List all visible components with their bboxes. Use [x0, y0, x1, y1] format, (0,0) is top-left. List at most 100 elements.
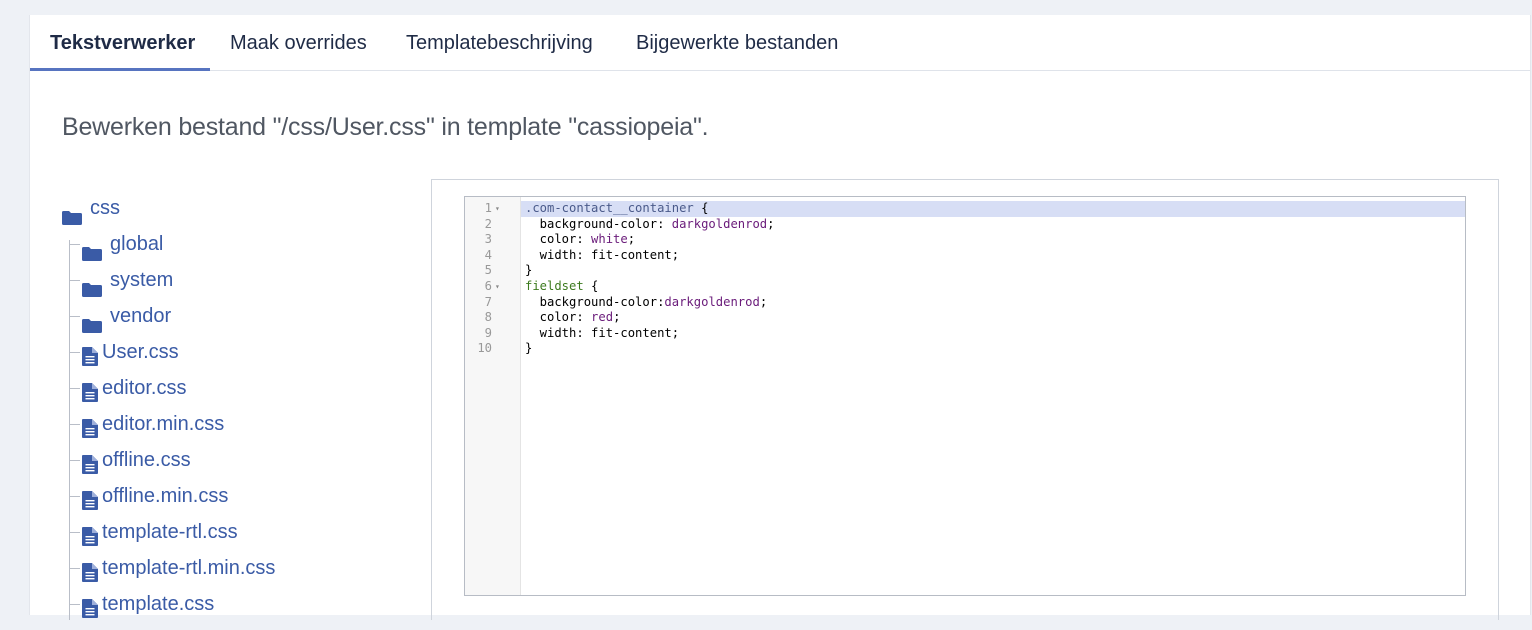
tab-templatebeschrijving[interactable]: Templatebeschrijving — [406, 15, 593, 70]
file-icon — [82, 414, 98, 438]
code-token: color: — [525, 232, 592, 247]
tree-item-label: global — [110, 233, 164, 255]
line-number: 9 — [484, 325, 492, 340]
code-line[interactable]: 6 ▾ fieldset { — [465, 279, 1465, 295]
code-token: ; — [627, 232, 636, 247]
tree-item-label: template.css — [102, 593, 215, 615]
code-token: width: fit-content; — [525, 325, 680, 340]
tab-maak-overrides[interactable]: Maak overrides — [230, 15, 367, 70]
tree-item-label: editor.css — [102, 377, 187, 399]
code-text: } — [521, 341, 1465, 357]
tab-label: Bijgewerkte bestanden — [636, 32, 839, 54]
line-number: 8 — [484, 310, 492, 325]
line-number: 1 — [484, 201, 492, 215]
line-number: 4 — [484, 247, 492, 262]
tree-item-label: css — [90, 197, 120, 219]
file-icon — [82, 558, 98, 582]
tab-label: Templatebeschrijving — [406, 32, 593, 54]
code-text: width: fit-content; — [521, 325, 1465, 342]
tree-branch-line — [70, 568, 80, 569]
code-token: fieldset — [525, 279, 584, 293]
code-token: background-color: — [525, 294, 665, 309]
template-editor-card: Tekstverwerker Maak overrides Templatebe… — [29, 15, 1531, 620]
code-editor[interactable]: 1 ▾ .com-contact__container {2 background-… — [464, 196, 1466, 596]
folder-icon — [62, 201, 82, 225]
page-title: Bewerken bestand "/css/User.css" in temp… — [62, 113, 709, 141]
code-line[interactable]: 8 color: red; — [465, 310, 1465, 326]
code-line[interactable]: 2 background-color: darkgoldenrod; — [465, 217, 1465, 233]
tree-branch-line — [70, 604, 80, 605]
line-number: 5 — [484, 263, 492, 278]
code-line[interactable]: 9 width: fit-content; — [465, 326, 1465, 342]
code-text: background-color: darkgoldenrod; — [521, 216, 1465, 233]
editor-panel: 1 ▾ .com-contact__container {2 background-… — [431, 179, 1499, 620]
file-icon — [82, 450, 98, 474]
fold-toggle-icon[interactable]: ▾ — [495, 201, 500, 217]
tree-item-label: offline.min.css — [102, 485, 229, 507]
tree-item-label: offline.css — [102, 449, 191, 471]
file-icon — [82, 486, 98, 510]
line-number: 7 — [484, 294, 492, 309]
code-token: red — [591, 310, 614, 325]
tree-branch-line — [70, 424, 80, 425]
folder-icon — [82, 309, 102, 333]
code-token: ; — [759, 294, 768, 309]
code-token: { — [693, 201, 709, 215]
tree-branch-line — [70, 316, 80, 317]
fold-toggle-icon[interactable]: ▾ — [495, 279, 500, 295]
code-token: ; — [767, 216, 775, 231]
tab-label: Maak overrides — [230, 32, 367, 54]
code-token: white — [591, 232, 628, 247]
code-line[interactable]: 3 color: white; — [465, 232, 1465, 248]
tree-branch-line — [70, 496, 80, 497]
code-token: { — [583, 279, 599, 293]
code-line[interactable]: 1 ▾ .com-contact__container { — [465, 201, 1465, 217]
line-number: 10 — [477, 341, 492, 356]
tree-branch-line — [70, 352, 80, 353]
code-text: color: red; — [521, 310, 1465, 326]
code-line[interactable]: 4 width: fit-content; — [465, 248, 1465, 264]
tree-item-label: system — [110, 269, 174, 291]
code-token: darkgoldenrod — [671, 216, 768, 231]
line-number: 3 — [484, 232, 492, 247]
file-icon — [82, 594, 98, 618]
code-line[interactable]: 5} — [465, 263, 1465, 279]
code-token: color: — [525, 310, 592, 325]
code-text: width: fit-content; — [521, 247, 1465, 264]
line-number: 2 — [484, 216, 492, 231]
tree-item-label: User.css — [102, 341, 179, 363]
code-token: } — [525, 341, 533, 356]
code-token: .com-contact__container — [525, 201, 694, 215]
folder-icon — [82, 237, 102, 261]
code-text: .com-contact__container { — [521, 201, 1465, 217]
line-number: 6 — [484, 279, 492, 293]
tab-tekstverwerker[interactable]: Tekstverwerker — [30, 15, 210, 71]
tree-item-label: editor.min.css — [102, 413, 225, 435]
file-icon — [82, 342, 98, 366]
tree-branch-line — [70, 280, 80, 281]
tree-branch-line — [70, 388, 80, 389]
code-text: color: white; — [521, 232, 1465, 248]
tree-guide-line — [69, 240, 70, 620]
code-token: ; — [613, 310, 621, 325]
tab-bijgewerkte-bestanden[interactable]: Bijgewerkte bestanden — [636, 15, 838, 70]
tree-item-label: template-rtl.css — [102, 521, 238, 543]
tab-bar: Tekstverwerker Maak overrides Templatebe… — [30, 15, 1530, 71]
tree-item-label: vendor — [110, 305, 172, 327]
tree-branch-line — [70, 460, 80, 461]
file-icon — [82, 378, 98, 402]
tab-label: Tekstverwerker — [50, 32, 196, 54]
code-token: width: fit-content; — [525, 247, 680, 262]
code-text: background-color:darkgoldenrod; — [521, 294, 1465, 311]
file-icon — [82, 522, 98, 546]
active-tab-indicator — [30, 68, 210, 71]
code-line[interactable]: 10} — [465, 341, 1465, 357]
code-token: background-color: — [525, 216, 672, 231]
code-line[interactable]: 7 background-color:darkgoldenrod; — [465, 295, 1465, 311]
code-text: fieldset { — [521, 279, 1465, 295]
tree-item-label: template-rtl.min.css — [102, 557, 276, 579]
code-token: } — [525, 263, 533, 278]
code-text: } — [521, 263, 1465, 279]
folder-icon — [82, 273, 102, 297]
tree-branch-line — [70, 532, 80, 533]
